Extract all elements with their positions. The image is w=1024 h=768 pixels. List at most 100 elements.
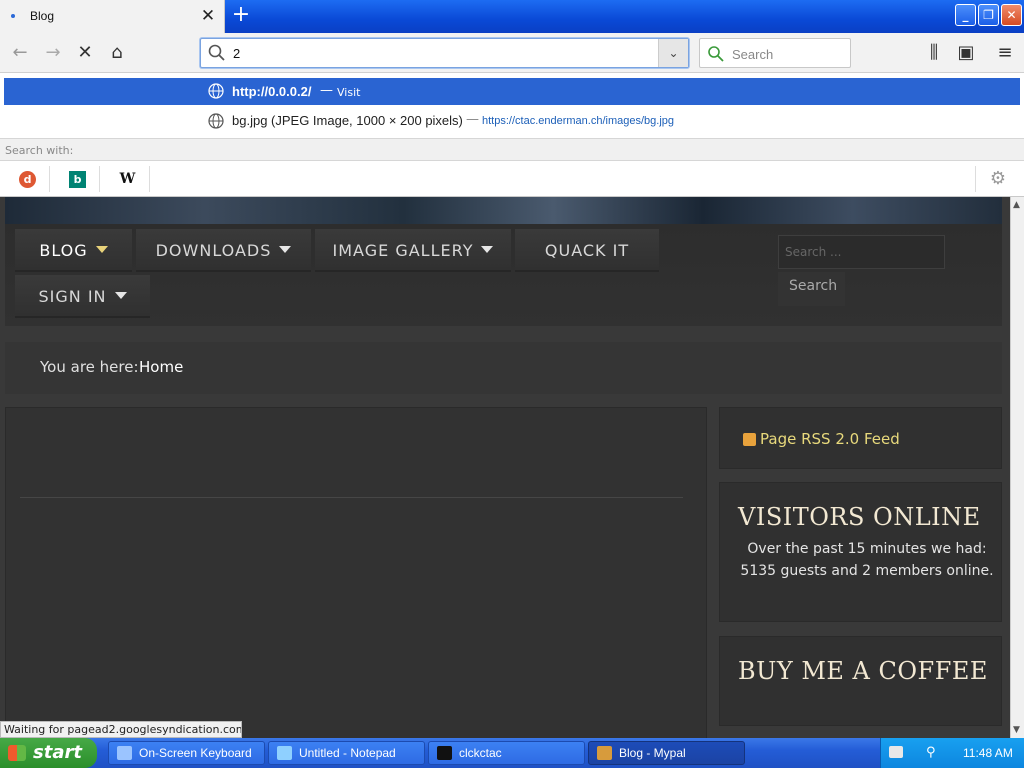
- windows-taskbar: start On-Screen Keyboard Untitled - Note…: [0, 738, 1024, 768]
- search-bar[interactable]: Search: [699, 38, 851, 68]
- engine-bing-button[interactable]: b: [52, 166, 100, 192]
- coffee-module: BUY ME A COFFEE: [719, 636, 1002, 726]
- caret-down-icon: [279, 246, 292, 253]
- forward-icon[interactable]: →: [42, 42, 64, 64]
- chevron-down-icon[interactable]: ⌄: [658, 39, 688, 67]
- home-icon[interactable]: ⌂: [106, 42, 128, 64]
- engine-wikipedia-button[interactable]: W: [102, 166, 150, 192]
- start-button[interactable]: start: [0, 738, 97, 768]
- rss-link[interactable]: Page RSS 2.0 Feed: [760, 430, 900, 448]
- menu-item-label: IMAGE GALLERY: [332, 241, 474, 260]
- console-icon: [437, 746, 452, 760]
- suggestion-row[interactable]: bg.jpg (JPEG Image, 1000 × 200 pixels) —…: [4, 108, 1020, 134]
- engine-duckduckgo-button[interactable]: d: [2, 166, 50, 192]
- site-banner-image: [5, 197, 1002, 224]
- caret-down-icon: [95, 246, 108, 253]
- mypal-icon: [597, 746, 612, 760]
- suggestion-text: bg.jpg (JPEG Image, 1000 × 200 pixels): [232, 113, 463, 128]
- menu-icon[interactable]: ≡: [994, 42, 1016, 64]
- menu-item-label: SIGN IN: [38, 287, 107, 306]
- bing-icon: b: [69, 171, 86, 188]
- visitors-title: VISITORS ONLINE: [738, 503, 981, 531]
- vertical-scrollbar[interactable]: ▲ ▼: [1010, 197, 1024, 738]
- menu-item-image-gallery[interactable]: IMAGE GALLERY: [315, 229, 511, 272]
- caret-down-icon: [481, 246, 494, 253]
- search-icon: [208, 44, 225, 61]
- navigation-toolbar: ← → ✕ ⌂ 2 ⌄ Search ⫼ ▣ ≡: [0, 33, 1024, 73]
- suggestion-separator: —: [320, 83, 333, 98]
- tab-title: Blog: [30, 9, 55, 23]
- breadcrumb: You are here: Home: [5, 342, 1002, 394]
- rss-module: Page RSS 2.0 Feed: [719, 407, 1002, 469]
- tab-favicon-icon: [11, 14, 15, 18]
- suggestion-separator: —: [466, 112, 479, 127]
- restore-button[interactable]: ❐: [978, 4, 999, 26]
- close-window-button[interactable]: ✕: [1001, 4, 1022, 26]
- new-tab-icon[interactable]: +: [229, 4, 253, 27]
- library-icon[interactable]: ⫼: [923, 42, 945, 64]
- divider: [20, 497, 683, 498]
- taskbar-item-label: clckctac: [459, 746, 502, 760]
- taskbar-item-label: Untitled - Notepad: [299, 746, 396, 760]
- address-bar[interactable]: 2 ⌄: [200, 38, 689, 68]
- keyboard-icon: [117, 746, 132, 760]
- stop-loading-icon[interactable]: ✕: [74, 42, 96, 64]
- menu-item-label: QUACK IT: [544, 241, 630, 260]
- menu-item-label: DOWNLOADS: [155, 241, 272, 260]
- suggestion-action: Visit: [337, 86, 361, 99]
- tab-close-icon[interactable]: ✕: [199, 6, 217, 26]
- breadcrumb-label: You are here:: [40, 358, 139, 376]
- rss-icon: [743, 433, 756, 446]
- search-input[interactable]: Search: [732, 47, 773, 62]
- coffee-title: BUY ME A COFFEE: [738, 657, 988, 685]
- taskbar-item-label: On-Screen Keyboard: [139, 746, 252, 760]
- duckduckgo-icon: d: [19, 171, 36, 188]
- clock: 11:48 AM: [963, 746, 1013, 760]
- menu-item-quack-it[interactable]: QUACK IT: [515, 229, 659, 272]
- gear-icon[interactable]: ⚙: [975, 166, 1020, 192]
- site-search-button[interactable]: Search: [778, 272, 845, 306]
- notepad-icon: [277, 746, 292, 760]
- taskbar-item-blog[interactable]: Blog - Mypal: [588, 741, 745, 765]
- scroll-down-icon[interactable]: ▼: [1013, 725, 1020, 735]
- visitors-module: VISITORS ONLINE Over the past 15 minutes…: [719, 482, 1002, 622]
- taskbar-item-keyboard[interactable]: On-Screen Keyboard: [108, 741, 265, 765]
- status-bar-text: Waiting for pagead2.googlesyndication.co…: [0, 721, 242, 738]
- globe-icon: [208, 83, 224, 99]
- main-content-area: [5, 407, 707, 738]
- taskbar-item-label: Blog - Mypal: [619, 746, 686, 760]
- taskbar-item-notepad[interactable]: Untitled - Notepad: [268, 741, 425, 765]
- search-engine-icon: [708, 46, 724, 62]
- menu-item-label: BLOG: [39, 241, 88, 260]
- taskbar-item-clckctac[interactable]: clckctac: [428, 741, 585, 765]
- caret-down-icon: [114, 292, 127, 299]
- search-with-label: Search with:: [5, 144, 74, 157]
- suggestion-row[interactable]: http://0.0.0.2/ — Visit: [4, 78, 1020, 105]
- visitors-text: Over the past 15 minutes we had: 5135 gu…: [740, 541, 994, 579]
- scroll-up-icon[interactable]: ▲: [1013, 200, 1020, 210]
- network-icon[interactable]: ⚲: [926, 745, 936, 760]
- breadcrumb-home: Home: [139, 358, 184, 376]
- address-input[interactable]: 2: [233, 46, 240, 61]
- minimize-button[interactable]: _: [955, 4, 976, 26]
- system-tray: ⚲ 11:48 AM: [880, 738, 1024, 768]
- start-label: start: [33, 742, 82, 763]
- wikipedia-icon: W: [119, 171, 136, 187]
- back-icon[interactable]: ←: [9, 42, 31, 64]
- window-title-bar: Blog ✕ + _ ❐ ✕: [0, 0, 1024, 33]
- url-suggestion-popup: http://0.0.0.2/ — Visit bg.jpg (JPEG Ima…: [0, 73, 1024, 197]
- tab-blog[interactable]: Blog ✕: [0, 0, 225, 33]
- site-search-input[interactable]: Search ...: [778, 235, 945, 269]
- sidebar-icon[interactable]: ▣: [955, 42, 977, 64]
- globe-icon: [208, 113, 224, 129]
- search-engine-list: d b W ⚙: [0, 161, 1024, 196]
- suggestion-url: https://ctac.enderman.ch/images/bg.jpg: [482, 115, 674, 127]
- menu-item-sign-in[interactable]: SIGN IN: [15, 275, 150, 318]
- search-with-bar: Search with:: [0, 138, 1024, 161]
- menu-item-blog[interactable]: BLOG: [15, 229, 132, 272]
- suggestion-text: http://0.0.0.2/: [232, 84, 312, 99]
- web-page: BLOG DOWNLOADS IMAGE GALLERY QUACK IT SI…: [0, 197, 1010, 738]
- keyboard-tray-icon[interactable]: [889, 746, 903, 758]
- windows-logo-icon: [8, 745, 26, 761]
- menu-item-downloads[interactable]: DOWNLOADS: [136, 229, 311, 272]
